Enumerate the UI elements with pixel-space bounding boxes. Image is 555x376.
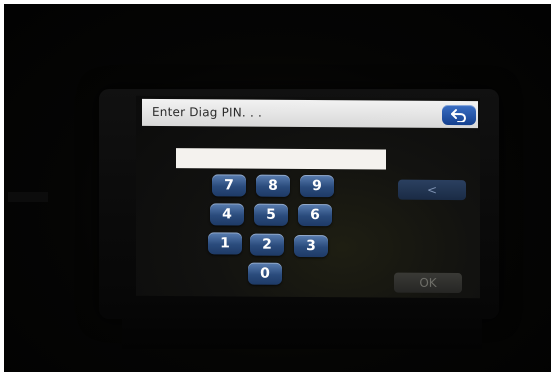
head-unit-screen: Enter Diag PIN. . . 7 8 9 4 5 6 1 2 3 0 … (136, 95, 480, 299)
console-panel (122, 299, 482, 349)
key-8[interactable]: 8 (256, 174, 290, 197)
back-button[interactable] (442, 104, 476, 126)
title-bar: Enter Diag PIN. . . (142, 98, 478, 129)
key-9[interactable]: 9 (300, 174, 334, 198)
pin-input[interactable] (176, 148, 386, 170)
key-7[interactable]: 7 (212, 174, 246, 197)
key-1[interactable]: 1 (208, 232, 242, 255)
backspace-button[interactable]: < (398, 179, 466, 201)
key-2[interactable]: 2 (250, 233, 284, 256)
key-0[interactable]: 0 (248, 262, 282, 285)
dialog-title: Enter Diag PIN. . . (152, 104, 263, 120)
key-5[interactable]: 5 (254, 203, 288, 226)
key-6[interactable]: 6 (298, 203, 332, 227)
photo-frame: Enter Diag PIN. . . 7 8 9 4 5 6 1 2 3 0 … (4, 4, 551, 372)
key-3[interactable]: 3 (294, 234, 328, 258)
dashboard-trim (8, 192, 48, 202)
key-4[interactable]: 4 (210, 203, 244, 226)
ok-button[interactable]: OK (394, 272, 462, 294)
back-arrow-icon (451, 109, 466, 123)
